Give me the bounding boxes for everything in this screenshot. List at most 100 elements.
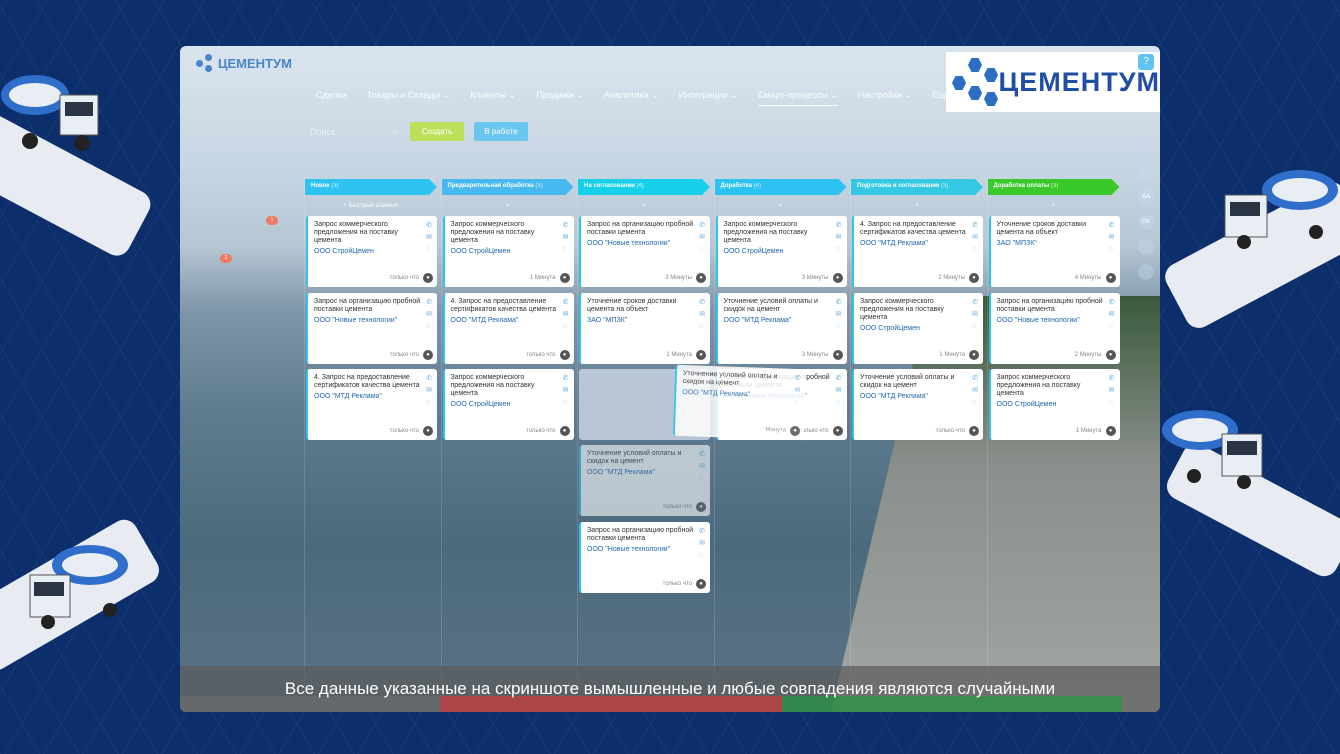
- card-title[interactable]: Уточнение условий оплаты и скидок на цем…: [724, 298, 832, 314]
- card-company-link[interactable]: ООО СтройЦемен: [860, 325, 977, 332]
- phone-icon[interactable]: ✆: [426, 298, 432, 307]
- deal-card[interactable]: Уточнение условий оплаты и скидок на цем…: [852, 369, 983, 440]
- mail-icon[interactable]: ✉: [972, 233, 978, 242]
- deal-card[interactable]: Запрос на организацию пробной поставки ц…: [579, 522, 710, 593]
- card-company-link[interactable]: ЗАО "МПЗК": [997, 240, 1114, 247]
- user-avatar-icon[interactable]: ●: [423, 350, 433, 360]
- right-sidebar-button[interactable]: АА: [1138, 189, 1154, 205]
- nav-clients[interactable]: Клиенты ⌄: [470, 90, 516, 106]
- nav-goods[interactable]: Товары и Склады ⌄: [367, 90, 451, 106]
- phone-icon[interactable]: ✆: [699, 450, 705, 459]
- phone-icon[interactable]: ✆: [699, 527, 705, 536]
- card-company-link[interactable]: ООО "МТД Реклама": [451, 317, 568, 324]
- card-company-link[interactable]: ООО СтройЦемен: [314, 248, 431, 255]
- chat-icon[interactable]: ◌: [426, 322, 432, 331]
- phone-icon[interactable]: ✆: [699, 221, 705, 230]
- card-title[interactable]: Запрос на организацию пробной поставки ц…: [314, 298, 422, 314]
- add-item-button[interactable]: +: [988, 197, 1120, 215]
- card-company-link[interactable]: ООО СтройЦемен: [997, 401, 1114, 408]
- column-header[interactable]: Предварительная обработка (3): [441, 179, 574, 195]
- card-title[interactable]: Уточнение сроков доставки цемента на объ…: [997, 221, 1105, 237]
- card-company-link[interactable]: ЗАО "МПЗК": [587, 317, 704, 324]
- mail-icon[interactable]: ✉: [1109, 386, 1115, 395]
- card-title[interactable]: Уточнение условий оплаты и скидок на цем…: [587, 450, 695, 466]
- deal-card[interactable]: Запрос коммерческого предложения на пост…: [442, 216, 574, 287]
- user-avatar-icon[interactable]: ●: [1105, 273, 1116, 283]
- mail-icon[interactable]: ✉: [836, 233, 842, 242]
- deal-card[interactable]: Уточнение условий оплаты и скидок на цем…: [715, 293, 847, 364]
- user-avatar-icon[interactable]: ●: [559, 426, 570, 436]
- phone-icon[interactable]: ✆: [1109, 298, 1115, 307]
- card-title[interactable]: Запрос коммерческого предложения на пост…: [451, 374, 559, 398]
- card-title[interactable]: Уточнение условий оплаты и скидок на цем…: [682, 370, 790, 390]
- mail-icon[interactable]: ✉: [426, 386, 432, 395]
- chat-icon[interactable]: ◌: [1109, 322, 1115, 331]
- deal-card[interactable]: Запрос коммерческого предложения на пост…: [852, 293, 983, 364]
- mail-icon[interactable]: ✉: [563, 310, 569, 319]
- nav-integrations[interactable]: Интеграции ⌄: [679, 90, 738, 106]
- deal-card[interactable]: Запрос коммерческого предложения на пост…: [306, 216, 437, 287]
- in-work-button[interactable]: В работе: [474, 122, 528, 141]
- user-avatar-icon[interactable]: ●: [832, 350, 843, 360]
- user-avatar-icon[interactable]: ●: [969, 426, 979, 436]
- phone-icon[interactable]: ✆: [563, 298, 569, 307]
- card-title[interactable]: Запрос коммерческого предложения на пост…: [451, 221, 559, 245]
- user-avatar-icon[interactable]: ●: [559, 273, 570, 283]
- chat-icon[interactable]: ◌: [836, 245, 842, 254]
- search-input[interactable]: Поиск: [310, 123, 380, 141]
- add-item-button[interactable]: +: [442, 197, 574, 215]
- chat-icon[interactable]: ◌: [794, 398, 800, 407]
- mail-icon[interactable]: ✉: [426, 233, 432, 242]
- mail-icon[interactable]: ✉: [836, 310, 842, 319]
- nav-smart-processes[interactable]: Смарт-процессы ⌄: [757, 90, 838, 106]
- chat-icon[interactable]: ◌: [972, 398, 978, 407]
- card-title[interactable]: Запрос на организацию пробной поставки ц…: [587, 221, 695, 237]
- star-icon[interactable]: ☆: [390, 125, 400, 138]
- brand-logo-small[interactable]: ЦЕМЕНТУМ: [196, 54, 292, 72]
- column-header[interactable]: Подготовка и согласование (3): [851, 179, 983, 195]
- add-item-button[interactable]: +: [578, 197, 710, 215]
- phone-icon[interactable]: ✆: [1109, 221, 1115, 230]
- card-company-link[interactable]: ООО "Новые технологии": [997, 317, 1114, 324]
- chat-icon[interactable]: ◌: [699, 551, 705, 560]
- chat-icon[interactable]: ◌: [563, 322, 569, 331]
- user-avatar-icon[interactable]: ●: [696, 273, 706, 283]
- chat-icon[interactable]: ◌: [699, 245, 705, 254]
- user-avatar-icon[interactable]: ●: [1105, 426, 1116, 436]
- user-avatar-icon[interactable]: ●: [696, 579, 706, 589]
- mail-icon[interactable]: ✉: [699, 462, 705, 471]
- card-title[interactable]: Уточнение условий оплаты и скидок на цем…: [860, 374, 968, 390]
- deal-card[interactable]: 4. Запрос на предоставление сертификатов…: [442, 293, 574, 364]
- chat-icon[interactable]: ◌: [563, 245, 569, 254]
- mail-icon[interactable]: ✉: [794, 386, 800, 395]
- phone-icon[interactable]: ✆: [426, 221, 432, 230]
- deal-card[interactable]: 4. Запрос на предоставление сертификатов…: [852, 216, 983, 287]
- deal-card[interactable]: Запрос коммерческого предложения на пост…: [988, 369, 1120, 440]
- mail-icon[interactable]: ✉: [972, 386, 978, 395]
- chat-icon[interactable]: ◌: [426, 398, 432, 407]
- dragged-card[interactable]: Уточнение условий оплаты и скидок на цем…: [672, 364, 806, 441]
- right-sidebar-button[interactable]: [1138, 264, 1154, 280]
- card-title[interactable]: Запрос коммерческого предложения на пост…: [860, 298, 968, 322]
- phone-icon[interactable]: ✆: [836, 374, 842, 383]
- phone-icon[interactable]: ✆: [699, 298, 705, 307]
- mail-icon[interactable]: ✉: [1109, 310, 1115, 319]
- add-item-button[interactable]: +: [715, 197, 847, 215]
- card-company-link[interactable]: ООО "МТД Реклама": [724, 317, 841, 324]
- nav-settings[interactable]: Настройки ⌄: [858, 90, 912, 106]
- chat-icon[interactable]: ◌: [1109, 245, 1115, 254]
- user-avatar-icon[interactable]: ●: [789, 425, 800, 437]
- add-item-button[interactable]: +: [851, 197, 983, 215]
- user-avatar-icon[interactable]: ●: [696, 350, 706, 360]
- chat-icon[interactable]: ◌: [836, 322, 842, 331]
- card-company-link[interactable]: ООО "Новые технологии": [587, 240, 704, 247]
- create-button[interactable]: Создать: [409, 122, 465, 141]
- user-avatar-icon[interactable]: ●: [969, 273, 979, 283]
- deal-card[interactable]: Запрос коммерческого предложения на пост…: [442, 369, 574, 440]
- column-header[interactable]: Доработка (4): [714, 179, 847, 195]
- user-avatar-icon[interactable]: ●: [696, 502, 706, 512]
- deal-card[interactable]: Запрос на организацию пробной поставки ц…: [306, 293, 437, 364]
- phone-icon[interactable]: ✆: [836, 221, 842, 230]
- card-title[interactable]: Запрос на организацию пробной поставки ц…: [587, 527, 695, 543]
- mail-icon[interactable]: ✉: [972, 310, 978, 319]
